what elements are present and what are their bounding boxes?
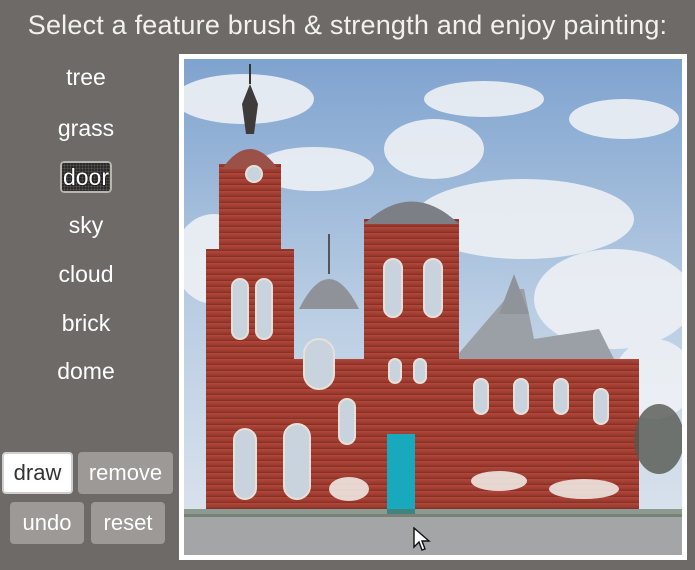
brush-sky[interactable]: sky xyxy=(0,209,172,241)
reset-button[interactable]: reset xyxy=(91,502,165,544)
undo-button[interactable]: undo xyxy=(10,502,84,544)
brush-label: grass xyxy=(57,115,115,141)
brush-label: cloud xyxy=(58,261,114,287)
brush-grass[interactable]: grass xyxy=(0,112,172,144)
brush-dome[interactable]: dome xyxy=(0,355,172,387)
painting-canvas[interactable] xyxy=(184,59,682,555)
brush-cloud[interactable]: cloud xyxy=(0,258,172,290)
brush-door[interactable]: door xyxy=(0,161,172,193)
brush-label: dome xyxy=(57,358,115,384)
brush-label: tree xyxy=(66,64,106,90)
brush-label: sky xyxy=(68,212,104,238)
brush-label: door xyxy=(59,161,113,193)
draw-button[interactable]: draw xyxy=(2,452,73,494)
church-painting xyxy=(184,59,682,555)
instruction-title: Select a feature brush & strength and en… xyxy=(27,10,668,40)
brush-label: brick xyxy=(61,310,111,336)
arrow-cursor-icon xyxy=(413,527,431,551)
remove-button[interactable]: remove xyxy=(78,452,173,494)
brush-tree[interactable]: tree xyxy=(0,61,172,93)
painting-canvas-frame xyxy=(179,54,687,560)
brush-brick[interactable]: brick xyxy=(0,307,172,339)
